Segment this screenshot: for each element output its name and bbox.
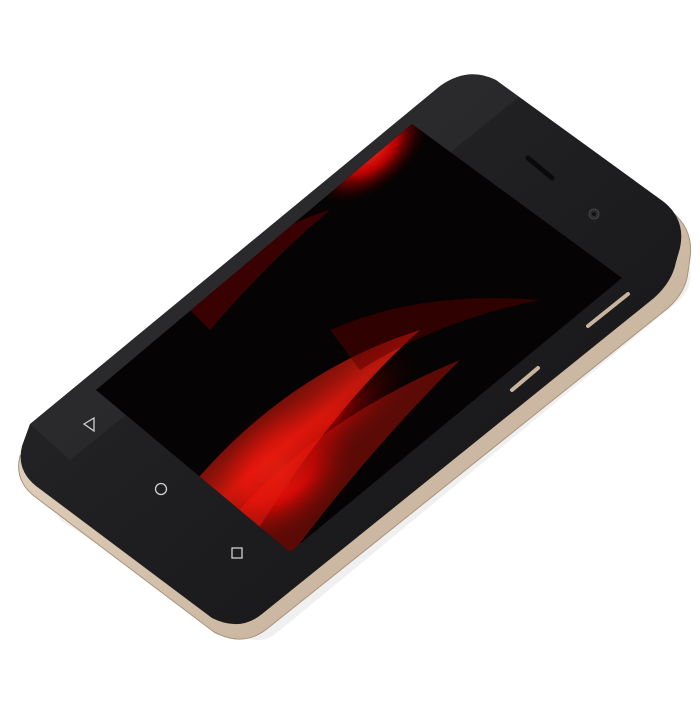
product-photo: [0, 0, 700, 700]
phone-illustration: [18, 74, 692, 641]
